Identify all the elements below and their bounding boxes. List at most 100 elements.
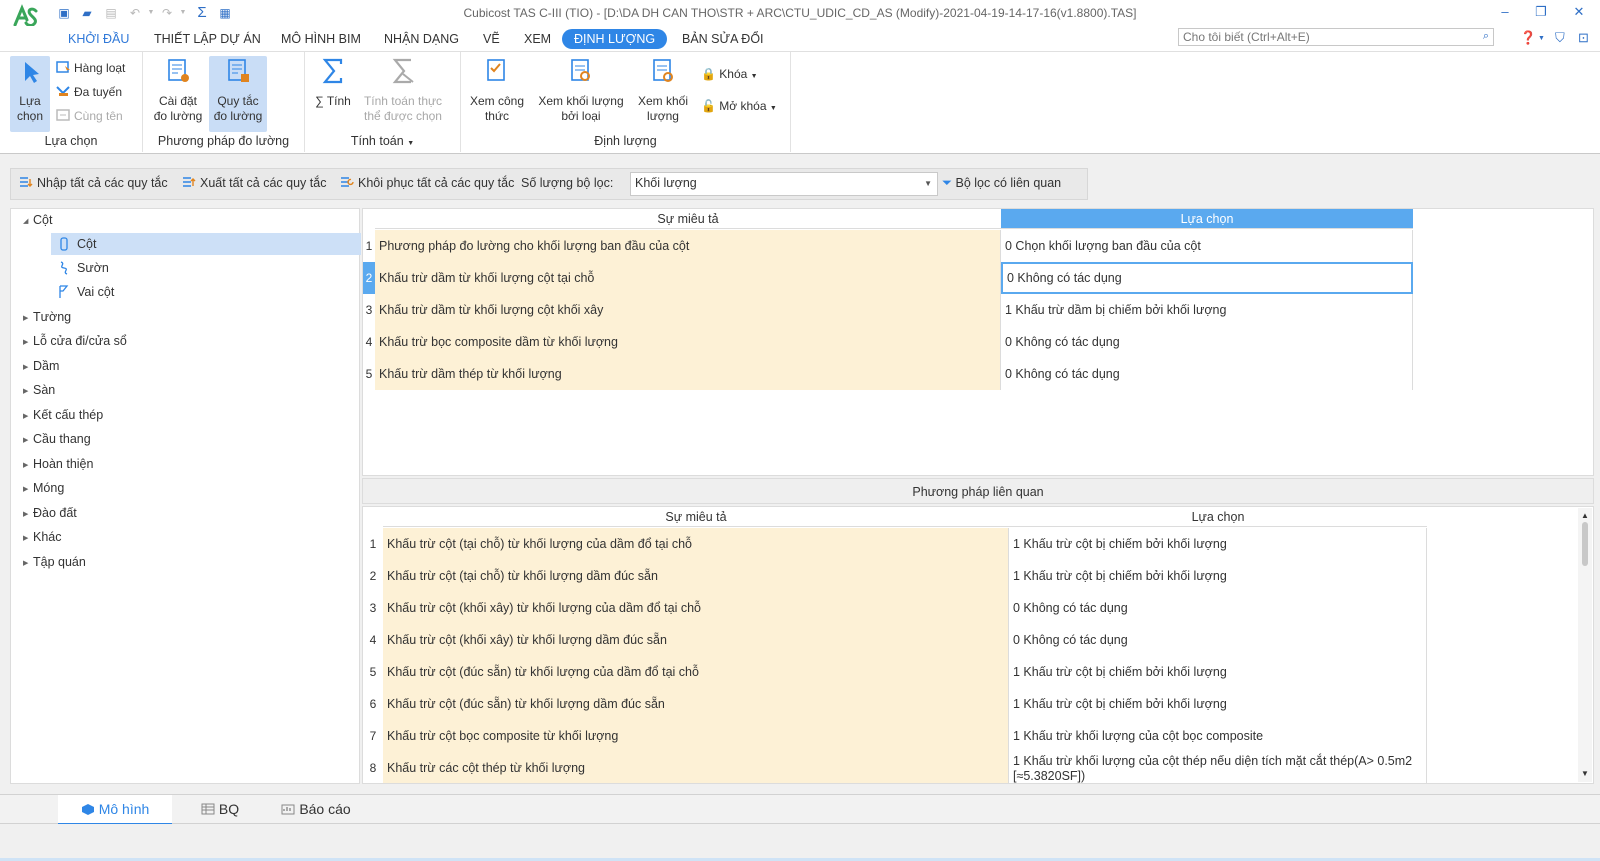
tab-project-setup[interactable]: THIẾT LẬP DỰ ÁN [142, 29, 273, 49]
calc-group-dropdown-icon[interactable]: ▼ [407, 140, 414, 147]
tab-bq[interactable]: BQ [190, 795, 250, 825]
table-row[interactable]: 8 Khấu trừ các cột thép từ khối lượng 1 … [363, 752, 1427, 783]
calc-group-label[interactable]: Tính toán ▼ [305, 134, 460, 148]
shop-icon[interactable]: ⛉ [1555, 30, 1565, 46]
row-choice[interactable]: 1 Khấu trừ cột bị chiếm bởi khối lượng [1009, 656, 1427, 688]
column-header-choice[interactable]: Lựa chọn [1001, 209, 1413, 229]
view-qty-by-type-button[interactable]: Xem khối lượng bởi loại [533, 56, 629, 132]
row-choice[interactable]: 0 Không có tác dụng [1009, 624, 1427, 656]
table-row[interactable]: 5 Khấu trừ cột (đúc sẵn) từ khối lượng c… [363, 656, 1427, 688]
collapsed-arrow-icon[interactable]: ▶ [23, 308, 33, 330]
multi-axis-button[interactable]: Đa tuyến [56, 82, 122, 102]
row-choice[interactable]: 1 Khấu trừ khối lượng của cột bọc compos… [1009, 720, 1427, 752]
tab-home[interactable]: KHỞI ĐẦU [56, 29, 141, 49]
batch-select-button[interactable]: Hàng loạt [56, 58, 125, 78]
row-choice[interactable]: 1 Khấu trừ khối lượng của cột thép nếu d… [1009, 752, 1427, 783]
related-filter-button[interactable]: ⏷ Bộ lọc có liên quan [942, 176, 1061, 191]
scrollbar-thumb[interactable] [1582, 522, 1588, 566]
view-qty-button[interactable]: Xem khối lượng [633, 56, 693, 132]
tree-item-rib[interactable]: Sườn [57, 257, 109, 279]
collapsed-arrow-icon[interactable]: ▶ [23, 553, 33, 575]
table-row[interactable]: 4 Khấu trừ cột (khối xây) từ khối lượng … [363, 624, 1427, 656]
expanded-arrow-icon[interactable]: ◢ [23, 211, 33, 233]
collapsed-arrow-icon[interactable]: ▶ [23, 381, 33, 403]
close-button[interactable]: ✕ [1566, 3, 1592, 21]
collapsed-arrow-icon[interactable]: ▶ [23, 406, 33, 428]
tree-item-foundation[interactable]: ▶ Móng [23, 477, 64, 499]
lock-dropdown-icon[interactable]: ▼ [751, 73, 758, 80]
unlock-dropdown-icon[interactable]: ▼ [770, 105, 777, 112]
table-row[interactable]: 7 Khấu trừ cột bọc composite từ khối lượ… [363, 720, 1427, 752]
tree-item-corbel[interactable]: Vai cột [57, 281, 114, 303]
minimize-button[interactable]: – [1492, 3, 1518, 21]
row-choice[interactable]: 0 Không có tác dụng [1009, 592, 1427, 624]
table-row[interactable]: 6 Khấu trừ cột (đúc sẵn) từ khối lượng d… [363, 688, 1427, 720]
same-name-button[interactable]: Cùng tên [56, 106, 123, 126]
row-choice[interactable]: 1 Khấu trừ dầm bị chiếm bởi khối lượng [1001, 294, 1413, 326]
search-icon[interactable]: ⌕ [1483, 30, 1489, 43]
tab-bim-model[interactable]: MÔ HÌNH BIM [269, 29, 373, 49]
vertical-scrollbar[interactable]: ▲ ▼ [1578, 508, 1592, 782]
scroll-down-arrow-icon[interactable]: ▼ [1578, 768, 1592, 780]
tree-item-excavation[interactable]: ▶ Đào đất [23, 502, 77, 524]
restore-button[interactable]: ❐ [1528, 3, 1554, 21]
row-choice[interactable]: 0 Không có tác dụng [1001, 358, 1413, 390]
tab-recognize[interactable]: NHẬN DẠNG [372, 29, 471, 49]
table-row[interactable]: 4 Khấu trừ bọc composite dầm từ khối lượ… [363, 326, 1413, 358]
table-row[interactable]: 3 Khấu trừ cột (khối xây) từ khối lượng … [363, 592, 1427, 624]
scroll-up-arrow-icon[interactable]: ▲ [1578, 510, 1592, 522]
tree-item-slab[interactable]: ▶ Sàn [23, 379, 55, 401]
lock-button[interactable]: 🔒 Khóa ▼ [701, 64, 758, 84]
view-formula-button[interactable]: Xem công thức [465, 56, 529, 132]
calculate-button[interactable]: ∑ Tính [311, 56, 355, 132]
tree-item-column[interactable]: Cột [51, 233, 361, 255]
tree-item-stairs[interactable]: ▶ Cầu thang [23, 428, 91, 450]
row-choice[interactable]: 1 Khấu trừ cột bị chiếm bởi khối lượng [1009, 560, 1427, 592]
tab-draw[interactable]: VẼ [471, 29, 512, 49]
tab-view[interactable]: XEM [512, 29, 563, 49]
row-choice[interactable]: 1 Khấu trừ cột bị chiếm bởi khối lượng [1009, 688, 1427, 720]
row-choice[interactable]: 0 Không có tác dụng [1001, 262, 1413, 294]
help-dropdown-icon[interactable]: ▼ [1538, 35, 1545, 42]
tab-revision[interactable]: BẢN SỬA ĐỔI [670, 29, 776, 49]
collapsed-arrow-icon[interactable]: ▶ [23, 528, 33, 550]
unlock-button[interactable]: 🔓 Mở khóa ▼ [701, 96, 777, 116]
tree-item-finishing[interactable]: ▶ Hoàn thiện [23, 453, 93, 475]
tab-model[interactable]: Mô hình [58, 795, 172, 825]
table-row[interactable]: 3 Khấu trừ dầm từ khối lượng cột khối xâ… [363, 294, 1413, 326]
row-choice[interactable]: 0 Chọn khối lượng ban đầu của cột [1001, 230, 1413, 262]
collapsed-arrow-icon[interactable]: ▶ [23, 430, 33, 452]
export-all-rules-button[interactable]: Xuất tất cả các quy tắc [182, 176, 326, 190]
table-row[interactable]: 1 Khấu trừ cột (tại chỗ) từ khối lượng c… [363, 528, 1427, 560]
import-all-rules-button[interactable]: Nhập tất cả các quy tắc [19, 176, 168, 190]
tree-item-wall[interactable]: ▶ Tường [23, 306, 71, 328]
row-choice[interactable]: 0 Không có tác dụng [1001, 326, 1413, 358]
tell-me-search-input[interactable]: Cho tôi biết (Ctrl+Alt+E) ⌕ [1178, 28, 1494, 46]
table-row[interactable]: 1 Phương pháp đo lường cho khối lượng ba… [363, 230, 1413, 262]
table-row[interactable]: 2 Khấu trừ dầm từ khối lượng cột tại chỗ… [363, 262, 1413, 294]
tree-item-custom[interactable]: ▶ Tập quán [23, 551, 86, 573]
tree-item-opening[interactable]: ▶ Lỗ cửa đi/cửa sổ [23, 330, 127, 352]
row-choice[interactable]: 1 Khấu trừ cột bị chiếm bởi khối lượng [1009, 528, 1427, 560]
select-button[interactable]: Lựa chọn [10, 56, 50, 132]
tree-item-steel[interactable]: ▶ Kết cấu thép [23, 404, 103, 426]
collapsed-arrow-icon[interactable]: ▶ [23, 504, 33, 526]
calculate-selected-button[interactable]: Tính toán thực thể được chọn [359, 56, 447, 132]
measure-setup-button[interactable]: Cài đặt đo lường [151, 56, 205, 132]
column-header-description[interactable]: Sự miêu tả [383, 507, 1009, 527]
column-header-choice[interactable]: Lựa chọn [1009, 507, 1427, 527]
tab-quantity[interactable]: ĐỊNH LƯỢNG [562, 29, 668, 49]
tree-item-other[interactable]: ▶ Khác [23, 526, 62, 548]
restore-all-rules-button[interactable]: Khôi phục tất cả các quy tắc [340, 176, 514, 190]
tab-report[interactable]: Báo cáo [276, 795, 356, 825]
table-row[interactable]: 2 Khấu trừ cột (tại chỗ) từ khối lượng d… [363, 560, 1427, 592]
table-row[interactable]: 5 Khấu trừ dầm thép từ khối lượng 0 Khôn… [363, 358, 1413, 390]
measure-rules-button[interactable]: Quy tắc đo lường [209, 56, 267, 132]
filter-select[interactable]: Khối lượng ▼ [630, 172, 938, 196]
collapsed-arrow-icon[interactable]: ▶ [23, 332, 33, 354]
collapsed-arrow-icon[interactable]: ▶ [23, 479, 33, 501]
help-icon[interactable]: ❓ [1520, 30, 1536, 46]
ribbon-toggle-icon[interactable]: ⊡ [1578, 30, 1589, 46]
tree-item-column-group[interactable]: ◢ Cột [23, 209, 52, 231]
collapsed-arrow-icon[interactable]: ▶ [23, 455, 33, 477]
